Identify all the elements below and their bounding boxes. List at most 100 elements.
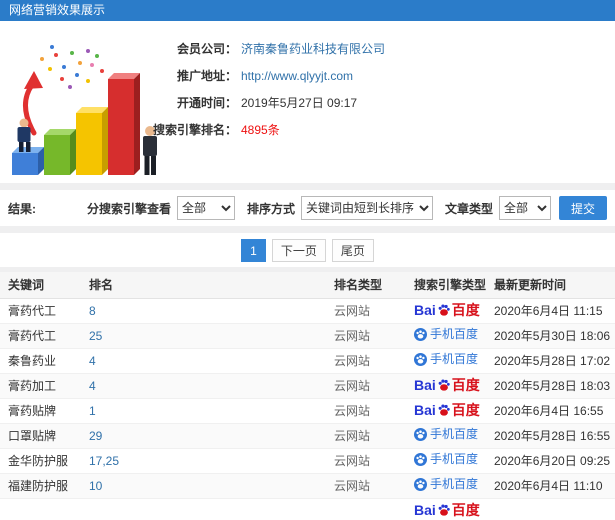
baidu-logo-text: Bai — [414, 402, 436, 418]
rank-type-cell: 云网站 — [330, 373, 410, 399]
keyword-cell — [0, 498, 85, 520]
time-cell: 2020年6月20日 09:25 — [490, 448, 615, 474]
mobile-baidu-logo: 手机百度 — [414, 452, 478, 466]
mobile-baidu-label: 手机百度 — [430, 477, 479, 491]
keyword-cell: 秦鲁药业 — [0, 348, 85, 374]
table-row: Bai 百度 — [0, 498, 615, 520]
article-type-select[interactable]: 全部 — [498, 196, 551, 220]
member-company-link[interactable]: 济南秦鲁药业科技有限公司 — [241, 40, 385, 57]
member-company-label: 会员公司： — [176, 42, 237, 56]
article-type-label: 文章类型 — [444, 201, 493, 216]
rank-type-cell: 云网站 — [330, 448, 410, 474]
rank-cell[interactable]: 10 — [85, 473, 330, 499]
rank-type-cell — [330, 498, 410, 520]
rank-cell[interactable]: 17,25 — [85, 448, 330, 474]
submit-button[interactable]: 提交 — [558, 196, 607, 220]
time-cell — [490, 498, 615, 520]
bar-yellow — [76, 107, 108, 175]
keyword-cell: 福建防护服 — [0, 473, 85, 499]
open-time-row: 开通时间： 2019年5月27日 09:17 — [137, 89, 385, 116]
rank-cell[interactable]: 1 — [85, 398, 330, 424]
mobile-baidu-logo: 手机百度 — [414, 352, 478, 366]
engine-cell: 手机百度 — [410, 348, 490, 374]
time-cell: 2020年6月4日 11:10 — [490, 473, 615, 499]
baidu-logo: Bai 百度 — [414, 378, 480, 392]
table-row: 秦鲁药业 4 云网站 手机百度 2020年5月28日 17:02 — [0, 348, 615, 374]
baidu-paw-icon — [438, 404, 450, 416]
engine-cell: 手机百度 — [410, 423, 490, 449]
engine-cell: 手机百度 — [410, 448, 490, 474]
table-row: 膏药加工 4 云网站 Bai 百度 2020年5月28日 18:03 — [0, 373, 615, 399]
mobile-baidu-icon — [414, 477, 427, 491]
baidu-logo: Bai 百度 — [414, 503, 480, 517]
baidu-paw-icon — [438, 304, 450, 316]
rank-type-cell: 云网站 — [330, 323, 410, 349]
rank-count-label: 搜索引擎排名： — [152, 123, 237, 137]
engine-cell: Bai 百度 — [410, 298, 490, 324]
mobile-baidu-label: 手机百度 — [430, 427, 479, 441]
open-time-value: 2019年5月27日 09:17 — [241, 96, 358, 110]
table-row: 福建防护服 10 云网站 手机百度 2020年6月4日 11:10 — [0, 473, 615, 499]
rank-count-row: 搜索引擎排名： 4895条 — [137, 116, 385, 143]
baidu-logo-cn: 百度 — [451, 377, 480, 393]
rank-cell[interactable]: 25 — [85, 323, 330, 349]
sort-select[interactable]: 关键词由短到长排序 — [300, 196, 433, 220]
table-row: 膏药贴牌 1 云网站 Bai 百度 2020年6月4日 16:55 — [0, 398, 615, 424]
mobile-baidu-icon — [414, 352, 427, 366]
rank-cell[interactable]: 8 — [85, 298, 330, 324]
rank-type-cell: 云网站 — [330, 423, 410, 449]
mobile-baidu-label: 手机百度 — [430, 327, 479, 341]
keyword-cell: 膏药贴牌 — [0, 398, 85, 424]
table-row: 金华防护服 17,25 云网站 手机百度 2020年6月20日 09:25 — [0, 448, 615, 474]
results-table: 关键词 排名 排名类型 搜索引擎类型 最新更新时间 膏药代工 8 云网站 Bai… — [0, 272, 615, 520]
mobile-baidu-logo: 手机百度 — [414, 327, 479, 341]
engine-cell: Bai 百度 — [410, 398, 490, 424]
mobile-baidu-icon — [414, 452, 427, 466]
member-company-row: 会员公司： 济南秦鲁药业科技有限公司 — [137, 35, 385, 62]
rank-type-cell: 云网站 — [330, 473, 410, 499]
next-page-button[interactable]: 下一页 — [271, 238, 326, 262]
table-header-row: 关键词 排名 排名类型 搜索引擎类型 最新更新时间 — [0, 272, 615, 299]
keyword-cell: 膏药代工 — [0, 298, 85, 324]
last-page-button[interactable]: 尾页 — [331, 238, 374, 262]
table-row: 膏药代工 25 云网站 手机百度 2020年5月30日 18:06 — [0, 323, 615, 349]
page-1-button[interactable]: 1 — [241, 238, 266, 262]
engine-cell: 手机百度 — [410, 323, 490, 349]
baidu-logo-cn: 百度 — [451, 302, 480, 318]
promotion-url-link[interactable]: http://www.qlyyjt.com — [241, 69, 353, 83]
rank-cell[interactable]: 4 — [85, 373, 330, 399]
engine-filter-select[interactable]: 全部 — [176, 196, 235, 220]
keyword-column-header: 关键词 — [0, 272, 85, 299]
time-cell: 2020年5月28日 18:03 — [490, 373, 615, 399]
profile-section: 会员公司： 济南秦鲁药业科技有限公司 推广地址： http://www.qlyy… — [0, 21, 615, 183]
time-cell: 2020年6月4日 11:15 — [490, 298, 615, 324]
rank-cell[interactable]: 4 — [85, 348, 330, 374]
rank-cell[interactable]: 29 — [85, 423, 330, 449]
engine-filter-label: 分搜索引擎查看 — [86, 201, 171, 216]
time-cell: 2020年5月30日 18:06 — [490, 323, 615, 349]
bar-green — [44, 129, 76, 175]
engine-type-column-header: 搜索引擎类型 — [410, 272, 490, 299]
filter-bar: 结果: 分搜索引擎查看 全部 排序方式 关键词由短到长排序 文章类型 全部 提交 — [0, 190, 615, 226]
rank-column-header: 排名 — [85, 272, 330, 299]
keyword-cell: 口罩贴牌 — [0, 423, 85, 449]
rank-type-cell: 云网站 — [330, 398, 410, 424]
sort-label: 排序方式 — [246, 201, 295, 216]
time-cell: 2020年5月28日 17:02 — [490, 348, 615, 374]
time-cell: 2020年6月4日 16:55 — [490, 398, 615, 424]
confetti-dots — [40, 45, 104, 89]
bar-red — [108, 73, 140, 175]
keyword-cell: 膏药加工 — [0, 373, 85, 399]
promotion-url-row: 推广地址： http://www.qlyyjt.com — [137, 62, 385, 89]
rank-type-column-header: 排名类型 — [330, 272, 410, 299]
filter-controls: 分搜索引擎查看 全部 排序方式 关键词由短到长排序 文章类型 全部 提交 — [81, 196, 607, 220]
rank-cell[interactable] — [85, 498, 330, 520]
mobile-baidu-logo: 手机百度 — [414, 427, 479, 441]
table-body: 膏药代工 8 云网站 Bai 百度 2020年6月4日 11:15 膏药代工 2… — [0, 298, 615, 520]
result-label: 结果: — [8, 201, 36, 216]
baidu-logo: Bai 百度 — [414, 303, 480, 317]
promotion-url-label: 推广地址： — [176, 69, 237, 83]
rank-type-cell: 云网站 — [330, 348, 410, 374]
baidu-logo-text: Bai — [414, 302, 436, 318]
pagination-bar: 1 下一页 尾页 — [0, 233, 615, 267]
